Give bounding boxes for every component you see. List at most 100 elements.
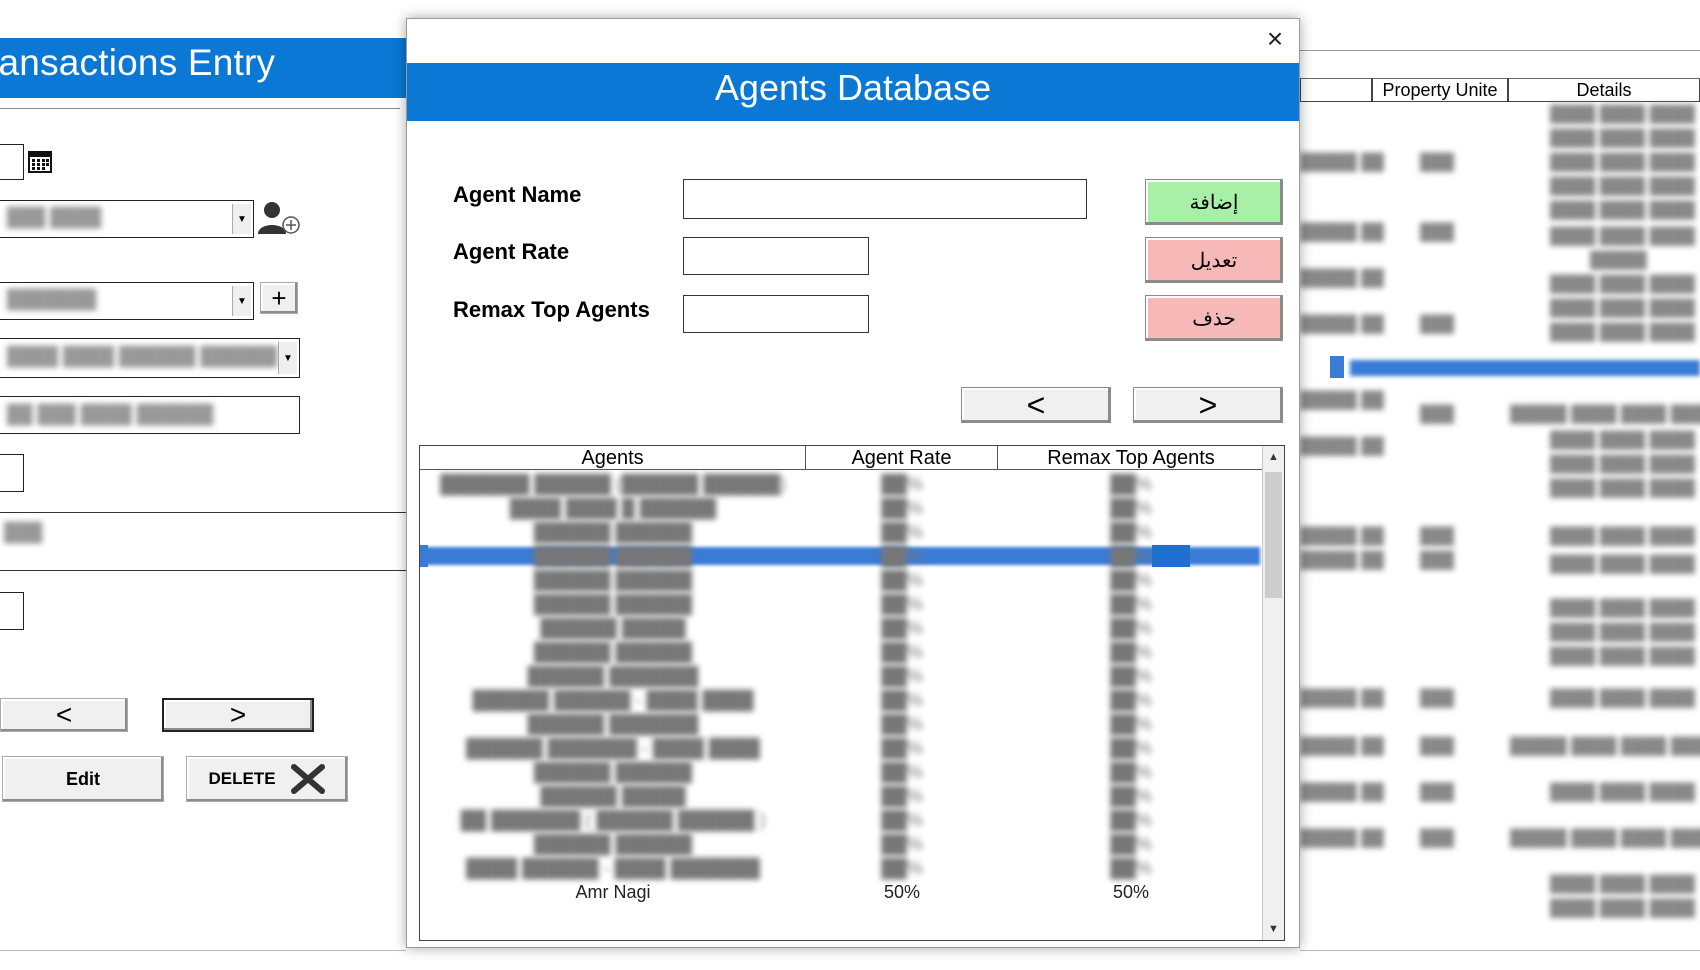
agent-row[interactable]: ████ ██████ - ████ ███████ ██% ██% [420,856,1260,880]
type-dropdown[interactable]: ███████ ▼ [0,282,254,320]
calendar-icon[interactable] [28,149,52,173]
sheet-cell: █████ ██ [1300,784,1384,801]
add-agent-button[interactable]: إضافة [1145,179,1283,225]
sheet-cell: ████ ████ ████ [1550,480,1695,497]
top-agents-cell: ██% [1110,714,1152,734]
chevron-down-icon[interactable]: ▼ [232,286,251,316]
sheet-cell: ███ [1420,224,1455,241]
agent-row[interactable]: ██████ ██████ ██% ██% [420,520,1260,544]
list-scrollbar[interactable]: ▲ ▼ [1262,446,1284,940]
scroll-up-icon[interactable]: ▲ [1263,446,1284,468]
column-header-agent-rate[interactable]: Agent Rate [806,446,998,470]
chevron-down-icon[interactable]: ▼ [232,204,251,234]
edit-agent-button[interactable]: تعديل [1145,237,1283,283]
agent-dropdown[interactable]: ███ ████ ▼ [0,200,254,238]
agent-row[interactable]: ███████ ██████ (██████ ██████) ██% ██% [420,472,1260,496]
agent-row[interactable]: ██████ ███████ ██% ██% [420,712,1260,736]
prev-label: < [1026,386,1046,423]
agent-row[interactable]: ██████ ██████ ██% ██% [420,832,1260,856]
agent-row[interactable]: ████ ████ █ ██████ ██% ██% [420,496,1260,520]
sheet-cell: █████ ██ [1300,392,1384,409]
chevron-down-icon[interactable]: ▼ [278,342,297,374]
edit-label: Edit [66,768,100,789]
divider [1300,50,1700,51]
agent-rate-cell: ██% [881,474,923,494]
delete-button[interactable]: DELETE [186,756,348,802]
agent-row[interactable]: ██████ █████ ██% ██% [420,616,1260,640]
agent-rate-cell: ██% [881,786,923,806]
add-type-button[interactable]: + [260,282,298,314]
divider [0,570,406,571]
agent-row[interactable]: ██████ ██████ ██% ██% [420,544,1260,568]
delete-label: حذف [1192,307,1236,330]
sheet-cell: █████ ██ [1300,528,1384,545]
agent-row[interactable]: ██████ ██████ ██% ██% [420,760,1260,784]
sheet-cell: █████ ████ ████ ███ [1510,830,1700,847]
agent-rate-cell: ██% [881,666,923,686]
agent-name-cell: ██████ ██████ [533,834,693,854]
sheet-cell: ████ ████ ████ [1550,648,1695,665]
date-field[interactable] [0,144,24,180]
detail-field[interactable]: ██ ███ ████ ██████ [0,396,300,434]
next-record-button[interactable]: > [162,698,314,732]
agent-name-input[interactable] [683,179,1087,219]
divider [0,512,406,513]
agent-row[interactable]: ██████ █████ ██% ██% [420,784,1260,808]
add-agent-icon[interactable] [256,200,302,236]
agents-list[interactable]: Agents Agent Rate Remax Top Agents █████… [419,445,1285,941]
agent-row[interactable]: ██████ ██████ ██% ██% [420,592,1260,616]
agent-rate-cell: 50% [883,882,921,902]
agent-rate-input[interactable] [683,237,869,275]
sheet-cell: ████ ████ ████ [1550,432,1695,449]
agent-rate-cell: ██% [881,690,923,710]
agent-rate-cell: ██% [881,522,923,542]
top-agents-label: Remax Top Agents [453,297,650,322]
sheet-cell: █████ ██ [1300,690,1384,707]
dialog-title-banner: Agents Database [407,63,1299,121]
top-agents-cell: ██% [1110,474,1152,494]
next-label: > [1198,386,1218,423]
small-field-1[interactable] [0,454,24,492]
agent-row[interactable]: ██████ ██████ ██% ██% [420,568,1260,592]
type-dropdown-value: ███████ [7,289,97,309]
column-header-agents[interactable]: Agents [420,446,806,470]
property-dropdown[interactable]: ████ ████ ██████ ██████ ▼ [0,338,300,378]
agent-rate-cell: ██% [881,714,923,734]
sheet-cell: ███ [1420,690,1455,707]
sheet-header-prev [1300,78,1372,102]
sheet-cell: █████ [1590,252,1647,269]
agent-row[interactable]: ██████ ███████ - ████ ████ ██% ██% [420,736,1260,760]
agent-row[interactable]: ██ ███████ ( ██████ ██████ ) ██% ██% [420,808,1260,832]
prev-record-button[interactable]: < [0,698,128,732]
sheet-cell: ███ [1420,528,1455,545]
agent-row[interactable]: ██████ ███████ ██% ██% [420,664,1260,688]
agent-name-cell: Amr Nagi [575,882,651,902]
sheet-cell: ████ ████ ████ [1550,900,1695,917]
agent-name-cell: ██████ ███████ - ████ ████ [466,738,760,758]
sheet-cell: ███ [1420,552,1455,569]
top-agents-cell: ██% [1110,738,1152,758]
top-agents-input[interactable] [683,295,869,333]
top-agents-cell: ██% [1110,858,1152,878]
agent-row[interactable]: ██████ ██████ ██% ██% [420,640,1260,664]
small-field-2[interactable] [0,592,24,630]
sheet-cell: ███ [1420,830,1455,847]
dialog-titlebar [407,19,1299,63]
top-agents-cell: ██% [1110,618,1152,638]
edit-button[interactable]: Edit [2,756,164,802]
prev-agent-button[interactable]: < [961,387,1111,423]
next-agent-button[interactable]: > [1133,387,1283,423]
scroll-thumb[interactable] [1265,472,1282,598]
sheet-cell: ████ ████ ████ [1550,456,1695,473]
agent-name-cell: ██████ ██████ [533,570,693,590]
scroll-down-icon[interactable]: ▼ [1263,918,1284,940]
close-icon[interactable]: × [1261,25,1289,53]
agent-row[interactable]: ██████ ██████ - ████ ████ ██% ██% [420,688,1260,712]
delete-agent-button[interactable]: حذف [1145,295,1283,341]
top-agents-cell: ██% [1110,570,1152,590]
column-header-top-agents[interactable]: Remax Top Agents [998,446,1264,470]
sheet-cell: ████ ████ ████ [1550,876,1695,893]
sheet-cell: █████ ██ [1300,738,1384,755]
agent-dropdown-value: ███ ████ [7,207,102,227]
agent-row[interactable]: Amr Nagi 50% 50% [420,880,1260,904]
